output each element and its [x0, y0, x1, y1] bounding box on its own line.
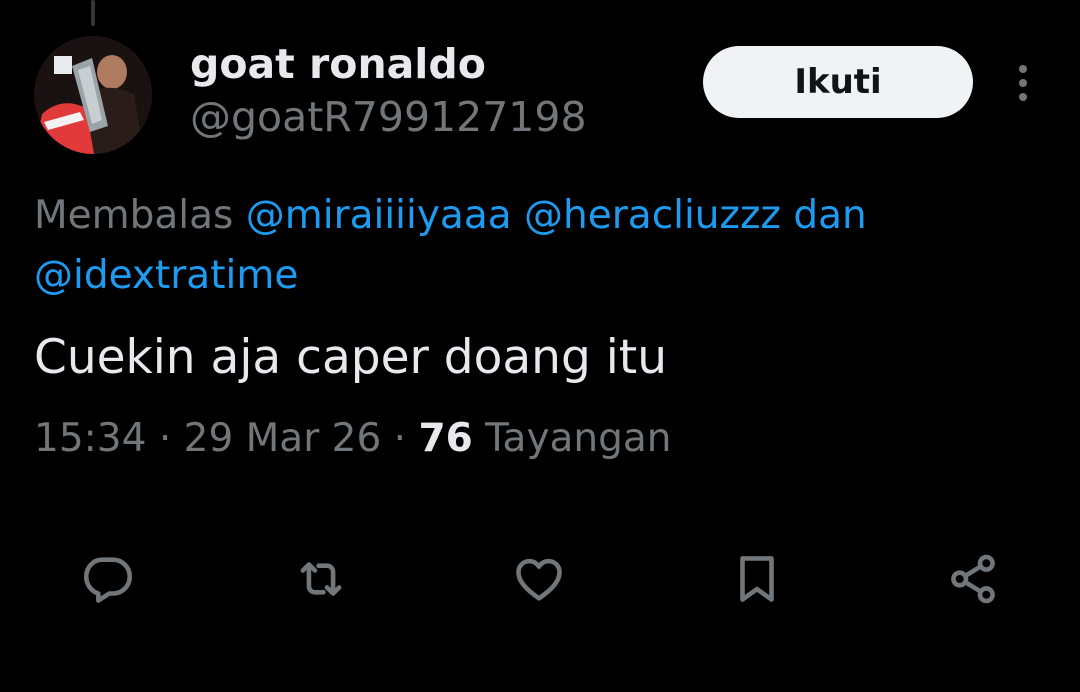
user-handle[interactable]: @goatR799127198	[190, 93, 587, 141]
tweet-date[interactable]: 29 Mar 26	[184, 416, 382, 461]
tweet-time[interactable]: 15:34	[34, 416, 146, 461]
avatar[interactable]	[34, 36, 152, 154]
reply-icon	[83, 557, 133, 603]
more-vertical-icon	[1019, 65, 1027, 101]
mention-link[interactable]: @heracliuzzz	[524, 193, 781, 238]
bookmark-icon	[740, 556, 774, 602]
reply-prefix: Membalas	[34, 193, 234, 238]
meta-separator: ·	[393, 416, 407, 461]
tweet-meta: 15:34 · 29 Mar 26 · 76 Tayangan	[34, 416, 672, 461]
mention-link[interactable]: @miraiiiiyaaa	[246, 193, 512, 238]
more-options-button[interactable]	[1000, 58, 1046, 108]
reply-context: Membalas @miraiiiiyaaa @heracliuzzz dan …	[34, 186, 1044, 306]
retweet-button[interactable]	[288, 546, 354, 612]
mention-joiner: dan	[793, 193, 867, 238]
thread-connector-line	[91, 0, 95, 26]
share-button[interactable]	[940, 546, 1006, 612]
avatar-image	[34, 36, 152, 154]
meta-separator: ·	[158, 416, 172, 461]
mention-link[interactable]: @idextratime	[34, 253, 298, 298]
heart-icon	[516, 558, 562, 601]
tweet-text: Cuekin aja caper doang itu	[34, 330, 668, 385]
share-icon	[951, 554, 995, 604]
display-name[interactable]: goat ronaldo	[190, 40, 486, 88]
bookmark-button[interactable]	[724, 546, 790, 612]
reply-button[interactable]	[75, 546, 141, 612]
retweet-icon	[300, 562, 342, 596]
like-button[interactable]	[506, 546, 572, 612]
views-label: Tayangan	[485, 416, 672, 461]
views-count: 76	[418, 416, 473, 461]
follow-button[interactable]: Ikuti	[703, 46, 973, 118]
